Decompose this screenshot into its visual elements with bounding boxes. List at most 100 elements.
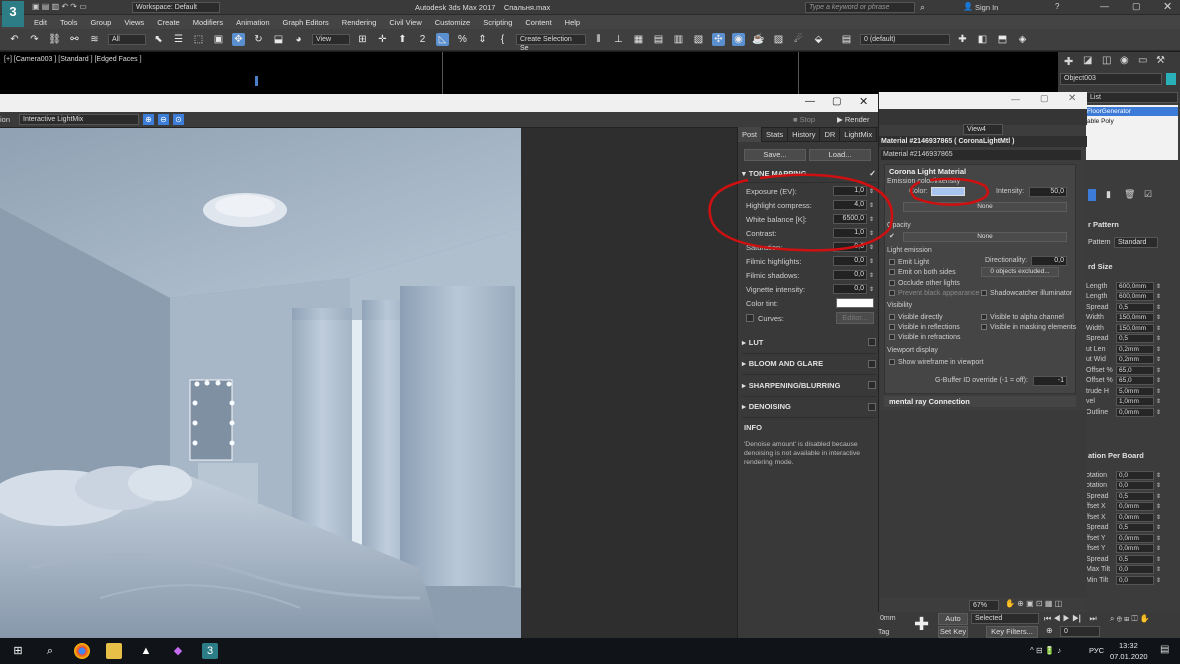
bind-spacewarp-icon[interactable]: ≋ [88, 33, 101, 46]
selected-dropdown[interactable]: Selected [971, 613, 1039, 624]
search-taskbar-icon[interactable]: ⌕ [42, 643, 58, 659]
zoom-dropdown[interactable]: 67% [969, 600, 999, 611]
spinner-icon[interactable]: ⇕ [869, 244, 874, 251]
tone-mapping-header[interactable]: ▾ TONE MAPPING ✓ [742, 165, 876, 183]
help-icon[interactable]: ? [1055, 2, 1059, 11]
curves-editor-button[interactable]: Editor... [836, 312, 874, 324]
spinner-icon[interactable]: ⇕ [1156, 283, 1161, 290]
vis-mask-checkbox[interactable] [981, 324, 987, 330]
vis-direct-row[interactable]: Visible directly [889, 312, 943, 322]
nav-controls[interactable]: ⊕ [1046, 626, 1053, 635]
angle-snap-icon[interactable]: ◺ [436, 33, 449, 46]
zoom-fit-icon[interactable]: ⊙ [173, 114, 184, 125]
spinner-icon[interactable]: ⇕ [1156, 514, 1161, 521]
menu-group[interactable]: Group [90, 18, 111, 27]
spinner-icon[interactable]: ⇕ [869, 258, 874, 265]
rollout-rotation-title[interactable]: ation Per Board [1088, 451, 1144, 460]
notifications-icon[interactable]: ▤ [1160, 644, 1169, 655]
post-section-checkbox[interactable] [868, 381, 876, 390]
named-selection-dropdown[interactable]: Create Selection Se [516, 34, 586, 52]
show-end-result-icon[interactable]: ▮ [1106, 189, 1111, 200]
vis-refl-row[interactable]: Visible in reflections [889, 322, 960, 332]
render-button[interactable]: ▶ Render [837, 115, 869, 124]
vis-alpha-row[interactable]: Visible to alpha channel [981, 312, 1064, 322]
spinner-icon[interactable]: ⇕ [1156, 524, 1161, 531]
window-crossing-icon[interactable]: ▣ [212, 33, 225, 46]
emission-color-swatch[interactable] [931, 187, 965, 196]
modifier-param-field[interactable]: 0,0mm [1116, 533, 1154, 543]
menu-create[interactable]: Create [157, 18, 180, 27]
schematic-view-icon[interactable]: ✣ [712, 33, 725, 46]
auto-key-button[interactable]: Auto Key [938, 613, 968, 633]
vfb-maximize-icon[interactable]: ▢ [832, 96, 841, 107]
mirror-icon[interactable]: ⫴ [592, 33, 605, 46]
rollout-size-title[interactable]: rd Size [1088, 262, 1113, 271]
render-setup-icon[interactable]: ☕ [752, 33, 765, 46]
tone-param-field[interactable]: 1,0 [832, 228, 867, 238]
spinner-icon[interactable]: ⇕ [869, 202, 874, 209]
select-manipulate-icon[interactable]: ✛ [376, 33, 389, 46]
modifier-param-field[interactable]: 0,0 [1116, 481, 1154, 491]
menu-views[interactable]: Views [124, 18, 144, 27]
spinner-icon[interactable]: ⇕ [1156, 556, 1161, 563]
motion-tab-icon[interactable]: ◉ [1120, 55, 1129, 66]
configure-sets-icon[interactable]: ☑ [1144, 189, 1152, 200]
pivot-center-icon[interactable]: ⊞ [356, 33, 369, 46]
modifier-param-field[interactable]: 0,0mm [1116, 544, 1154, 554]
modifier-param-field[interactable]: 150,0mm [1116, 323, 1154, 333]
modifier-param-field[interactable]: 65,0 [1116, 376, 1154, 386]
maps-icon[interactable]: ◆ [170, 643, 186, 659]
post-section-header[interactable]: ▸ LUT [742, 332, 876, 354]
modifier-param-field[interactable]: 600,0mm [1116, 292, 1154, 302]
modifier-param-field[interactable]: 0,0mm [1116, 502, 1154, 512]
color-tint-swatch[interactable] [836, 298, 874, 308]
pattern-dropdown[interactable]: Standard [1114, 237, 1158, 248]
select-move-icon[interactable]: ✥ [232, 33, 245, 46]
clock-date[interactable]: 07.01.2020 [1110, 652, 1148, 661]
show-wire-checkbox[interactable] [889, 359, 895, 365]
menu-animation[interactable]: Animation [236, 18, 269, 27]
spinner-icon[interactable]: ⇕ [1156, 388, 1161, 395]
modifier-param-field[interactable]: 0,5 [1116, 302, 1154, 312]
spinner-icon[interactable]: ⇕ [1156, 409, 1161, 416]
clock-time[interactable]: 13:32 [1119, 641, 1138, 650]
load-button[interactable]: Load... [809, 149, 871, 161]
frame-field[interactable]: 0 [1060, 626, 1100, 637]
mat-minimize-icon[interactable]: — [1011, 94, 1020, 104]
lightmix-mode-dropdown[interactable]: Interactive LightMix [19, 114, 139, 125]
spinner-icon[interactable]: ⇕ [1156, 566, 1161, 573]
objects-excluded-button[interactable]: 0 objects excluded... [981, 267, 1059, 277]
spinner-icon[interactable]: ⇕ [1156, 482, 1161, 489]
file-explorer-icon[interactable] [106, 643, 122, 659]
search-input[interactable]: Type a keyword or phrase [805, 2, 915, 13]
modifier-list-dropdown[interactable]: List [1086, 92, 1178, 103]
modifier-item-editable-poly[interactable]: able Poly [1086, 117, 1178, 126]
search-icon[interactable]: ⌕ [920, 2, 925, 13]
gbuffer-field[interactable]: -1 [1033, 376, 1067, 386]
tone-param-field[interactable]: 4,0 [832, 200, 867, 210]
save-button[interactable]: Save... [744, 149, 806, 161]
opacity-check[interactable]: ✔ [889, 232, 895, 242]
emit-both-checkbox[interactable] [889, 269, 895, 275]
render-iterative-icon[interactable]: ⬙ [812, 33, 825, 46]
tab-dr[interactable]: DR [820, 127, 841, 142]
select-scale-icon[interactable]: ⬓ [272, 33, 285, 46]
workspace-dropdown[interactable]: Workspace: Default [132, 2, 220, 13]
tray-icons[interactable]: ^ ⊟ 🔋 ♪ [1030, 646, 1061, 655]
undo-icon[interactable]: ↶ [8, 33, 21, 46]
modifier-param-field[interactable]: 0,5 [1116, 554, 1154, 564]
tab-stats[interactable]: Stats [762, 127, 789, 142]
tone-param-field[interactable]: 1,0 [832, 186, 867, 196]
keyboard-shortcut-icon[interactable]: ⬆ [396, 33, 409, 46]
vis-mask-row[interactable]: Visible in masking elements [981, 322, 1076, 332]
material-editor-icon[interactable]: ◉ [732, 33, 745, 46]
pin-stack-icon[interactable] [1088, 189, 1096, 201]
maximize-icon[interactable]: ▢ [1132, 1, 1141, 12]
display-tab-icon[interactable]: ▭ [1138, 55, 1147, 66]
modifier-param-field[interactable]: 0,5 [1116, 491, 1154, 501]
tab-history[interactable]: History [788, 127, 821, 142]
modifier-param-field[interactable]: 0,0 [1116, 575, 1154, 585]
tab-post[interactable]: Post [738, 127, 763, 142]
menu-content[interactable]: Content [525, 18, 551, 27]
spinner-icon[interactable]: ⇕ [1156, 293, 1161, 300]
